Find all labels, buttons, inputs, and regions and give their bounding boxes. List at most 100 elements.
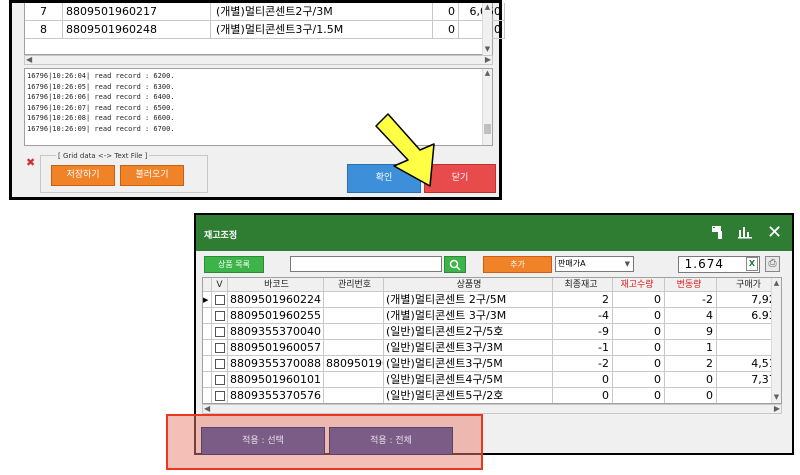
- chevron-down-icon[interactable]: ▼: [483, 45, 492, 53]
- chart-icon[interactable]: [738, 225, 752, 242]
- row-checkbox[interactable]: [212, 372, 228, 388]
- product-name-cell: (일반)멀티콘센트5구/2호: [384, 388, 553, 403]
- change-amount-cell: 0: [665, 372, 717, 388]
- stock-quantity-cell[interactable]: 0: [613, 308, 665, 324]
- row-checkbox[interactable]: [212, 340, 228, 356]
- vertical-scrollbar[interactable]: ▲ ▼: [482, 3, 492, 55]
- load-button[interactable]: 불러오기: [120, 165, 184, 186]
- management-number-cell: [324, 324, 384, 340]
- chevron-left-icon[interactable]: ◀: [26, 56, 32, 64]
- row-number: 8: [25, 21, 63, 39]
- row-checkbox[interactable]: [212, 292, 228, 308]
- final-stock-cell: -1: [553, 340, 613, 356]
- management-number-cell: [324, 372, 384, 388]
- column-header[interactable]: 관리번호: [324, 278, 384, 292]
- product-list-button[interactable]: 상품 목록: [204, 256, 264, 273]
- add-button[interactable]: 추가: [483, 256, 552, 273]
- table-row[interactable]: 8809501960057 (일반)멀티콘센트3구/3M -1 0 1 (: [203, 340, 781, 356]
- horizontal-scrollbar[interactable]: ◀ ▶: [202, 404, 782, 414]
- management-number-cell: [324, 340, 384, 356]
- excel-export-icon[interactable]: X: [746, 257, 758, 271]
- column-header[interactable]: V: [212, 278, 228, 292]
- log-scrollbar[interactable]: ▲: [482, 69, 492, 145]
- product-name-cell: (일반)멀티콘센트2구/5호: [384, 324, 553, 340]
- chevron-up-icon[interactable]: ▲: [772, 279, 781, 287]
- chevron-right-icon[interactable]: ▶: [774, 405, 780, 413]
- change-amount-cell: -2: [665, 292, 717, 308]
- table-row[interactable]: 8809355370088 8809501960 (일반)멀티콘센트3구/5M …: [203, 356, 781, 372]
- table-row[interactable]: 8 8809501960248 (개별)멀티콘센트3구/1.5M 0 0: [25, 21, 505, 39]
- barcode-cell: 8809501960224: [228, 292, 324, 308]
- quantity-cell: 0: [433, 3, 459, 21]
- horizontal-scrollbar[interactable]: ◀ ▶: [24, 55, 493, 65]
- column-header[interactable]: 상품명: [384, 278, 553, 292]
- current-row-indicator: ▶: [203, 292, 212, 308]
- barcode-cell: 8809355370040: [228, 324, 324, 340]
- chevron-down-icon[interactable]: ▼: [772, 393, 781, 401]
- top-record-grid: 7 8809501960217 (개별)멀티콘센트2구/3M 0 6,050 8…: [24, 3, 505, 55]
- product-name-cell: (개별)멀티콘센트 2구/5M: [384, 292, 553, 308]
- stock-quantity-cell[interactable]: 0: [613, 292, 665, 308]
- search-icon[interactable]: [444, 256, 466, 273]
- row-checkbox[interactable]: [212, 308, 228, 324]
- product-name-cell: (일반)멀티콘센트4구/5M: [384, 372, 553, 388]
- stock-quantity-cell[interactable]: 0: [613, 372, 665, 388]
- table-row[interactable]: 8809355370576 (일반)멀티콘센트5구/2호 0 0 0 (: [203, 388, 781, 403]
- apply-selected-button[interactable]: 적용 : 선택: [201, 427, 325, 455]
- column-header[interactable]: 재고수량: [613, 278, 665, 292]
- barcode-scanner-icon[interactable]: [710, 224, 726, 244]
- stock-quantity-cell[interactable]: 0: [613, 340, 665, 356]
- scroll-thumb[interactable]: [484, 124, 491, 134]
- table-row[interactable]: 7 8809501960217 (개별)멀티콘센트2구/3M 0 6,050: [25, 3, 505, 21]
- price-type-select[interactable]: 판매가A ▼: [555, 256, 634, 272]
- column-header[interactable]: 바코드: [228, 278, 324, 292]
- table-row[interactable]: ▶ 8809501960224 (개별)멀티콘센트 2구/5M 2 0 -2 7…: [203, 292, 781, 308]
- final-stock-cell: -9: [553, 324, 613, 340]
- search-input[interactable]: [290, 256, 442, 272]
- close-icon[interactable]: ✕: [767, 222, 782, 243]
- final-stock-cell: -4: [553, 308, 613, 324]
- inventory-grid: V 바코드 관리번호 상품명 최종재고 재고수량 변동량 구매가 ▶ 88095…: [202, 277, 782, 404]
- pointer-arrow-icon: [375, 113, 435, 187]
- window-title: 재고조정: [204, 231, 238, 241]
- vertical-scrollbar[interactable]: ▲ ▼: [771, 278, 781, 403]
- change-amount-cell: 9: [665, 324, 717, 340]
- final-stock-cell: -2: [553, 356, 613, 372]
- stock-quantity-cell[interactable]: 0: [613, 356, 665, 372]
- stock-quantity-cell[interactable]: 0: [613, 324, 665, 340]
- chevron-up-icon[interactable]: ▲: [483, 3, 492, 11]
- log-line: 16796|10:26:06| read record : 6400.: [27, 93, 175, 101]
- column-header[interactable]: 최종재고: [553, 278, 613, 292]
- change-amount-cell: 4: [665, 308, 717, 324]
- row-checkbox[interactable]: [212, 388, 228, 403]
- row-indicator-header: [203, 278, 212, 292]
- table-row[interactable]: 8809501960255 (개별)멀티콘센트 3구/3M -4 0 4 6.9…: [203, 308, 781, 324]
- title-bar: 재고조정 ✕: [196, 215, 792, 251]
- management-number-cell: [324, 292, 384, 308]
- chevron-right-icon[interactable]: ▶: [485, 56, 491, 64]
- chevron-down-icon: ▼: [624, 260, 630, 268]
- price-value: 1.674: [684, 257, 724, 271]
- change-amount-cell: 0: [665, 388, 717, 403]
- change-amount-cell: 1: [665, 340, 717, 356]
- barcode-cell: 8809501960217: [63, 3, 211, 21]
- row-checkbox[interactable]: [212, 324, 228, 340]
- apply-all-button[interactable]: 적용 : 전체: [329, 427, 453, 455]
- quantity-cell: 0: [433, 21, 459, 39]
- stock-quantity-cell[interactable]: 0: [613, 388, 665, 403]
- save-button[interactable]: 저장하기: [51, 165, 115, 186]
- chevron-up-icon[interactable]: ▲: [483, 69, 492, 77]
- clear-icon[interactable]: ✖: [26, 156, 35, 169]
- row-checkbox[interactable]: [212, 356, 228, 372]
- column-header[interactable]: 변동량: [665, 278, 717, 292]
- management-number-cell: [324, 308, 384, 324]
- table-row[interactable]: 8809355370040 (일반)멀티콘센트2구/5호 -9 0 9 (: [203, 324, 781, 340]
- table-row[interactable]: 8809501960101 (일반)멀티콘센트4구/5M 0 0 0 7,37(: [203, 372, 781, 388]
- print-icon[interactable]: ⎙: [765, 256, 780, 272]
- product-name-cell: (일반)멀티콘센트3구/3M: [384, 340, 553, 356]
- barcode-cell: 8809355370576: [228, 388, 324, 403]
- barcode-cell: 8809501960101: [228, 372, 324, 388]
- barcode-cell: 8809501960057: [228, 340, 324, 356]
- chevron-left-icon[interactable]: ◀: [204, 405, 210, 413]
- final-stock-cell: 0: [553, 372, 613, 388]
